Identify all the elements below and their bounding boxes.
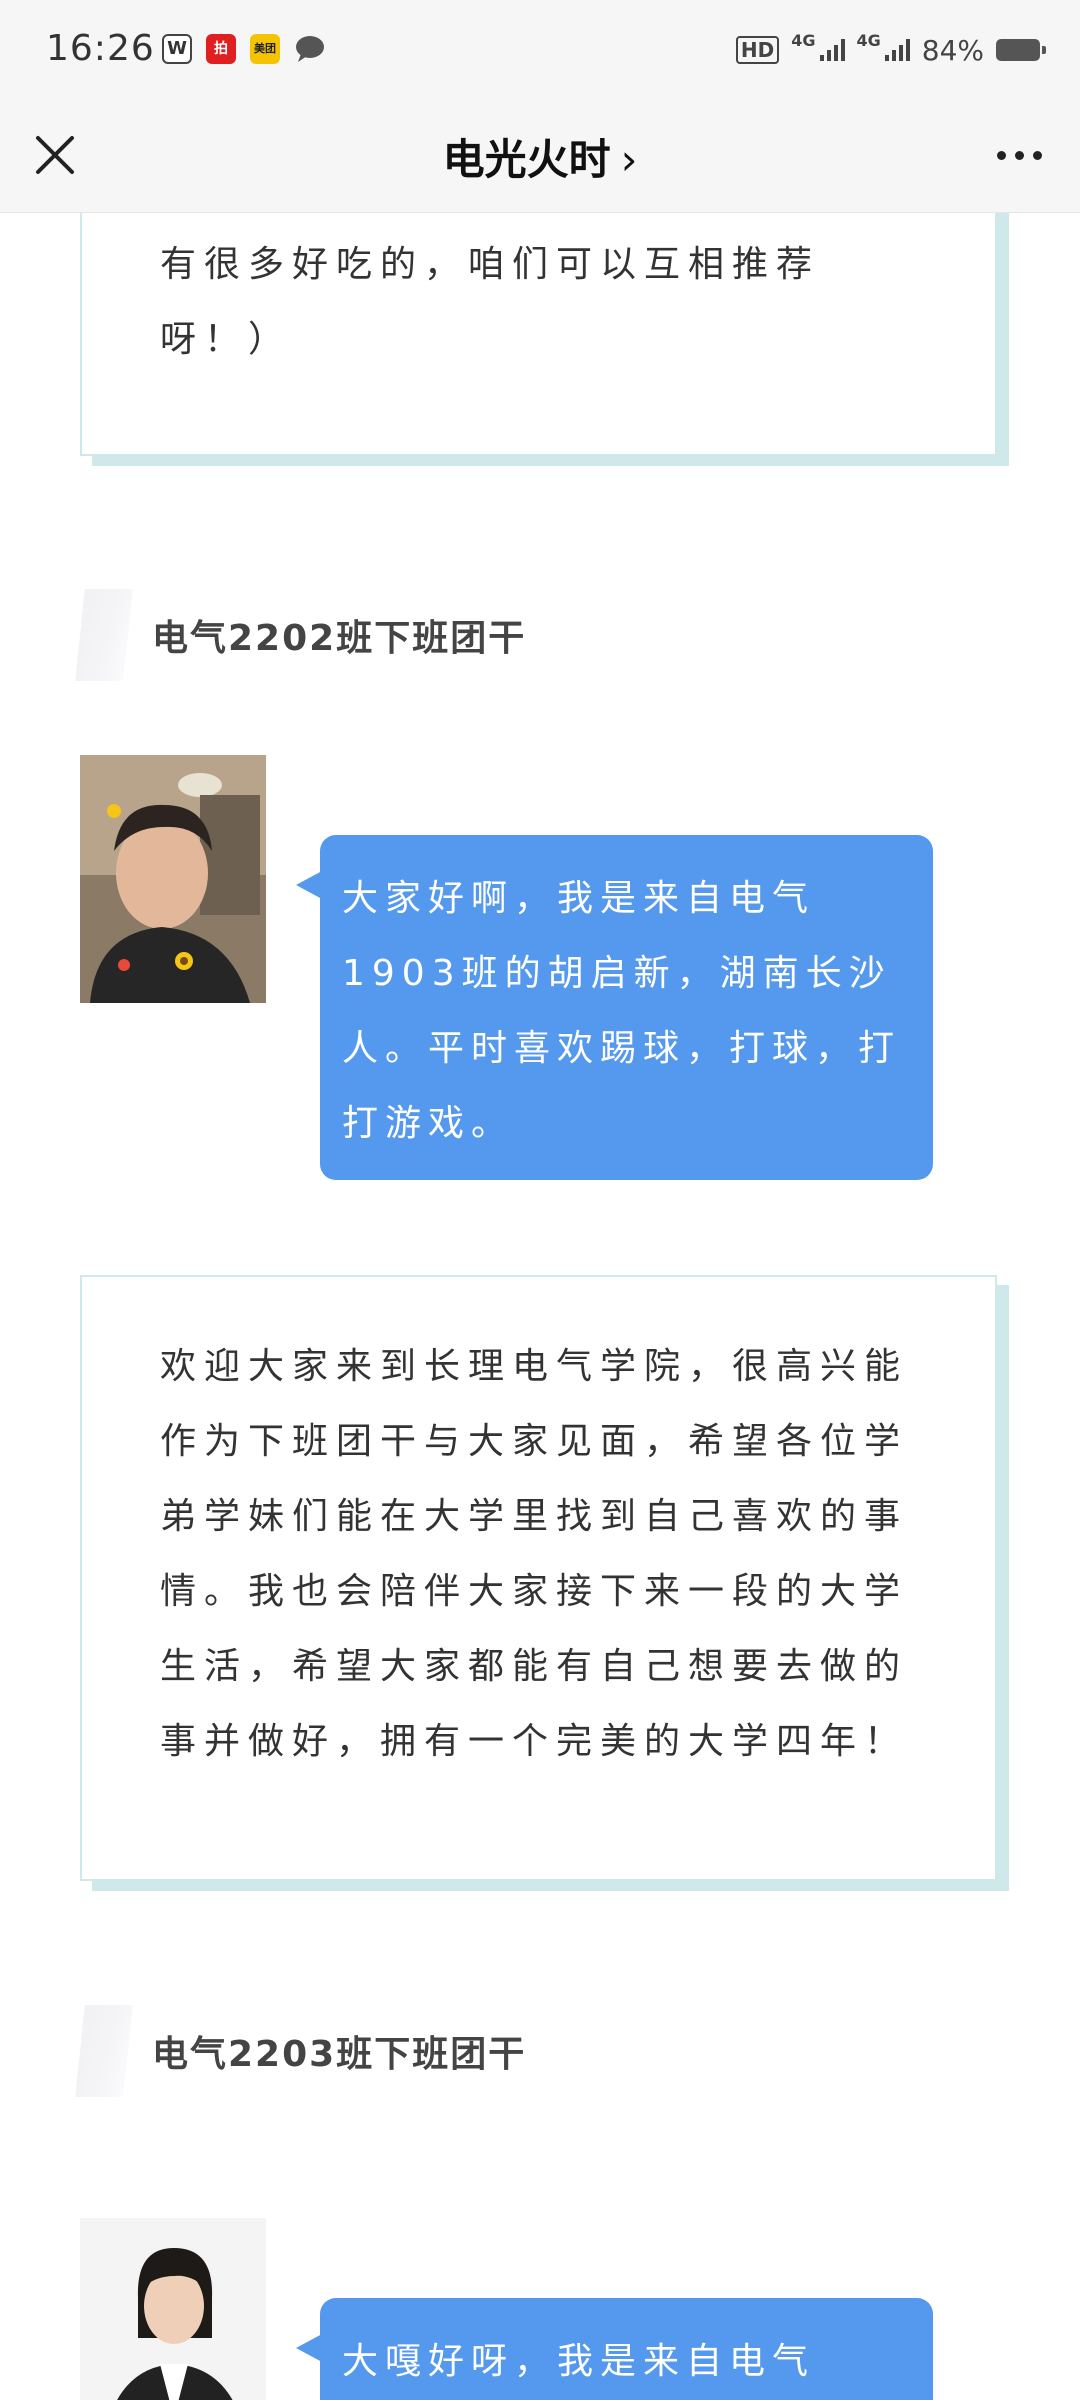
- intro-card-top: 有很多好吃的，咱们可以互相推荐呀！）: [80, 213, 997, 456]
- message-bubble: 大嘎好呀，我是来自电气: [296, 2298, 933, 2400]
- signal-icon-2: [884, 39, 910, 61]
- more-dot-icon: [996, 150, 1006, 160]
- nav-bar: 电光火时 ›: [0, 100, 1080, 213]
- avatar-photo: [80, 2218, 266, 2400]
- more-dot-icon: [1014, 150, 1024, 160]
- bubble-text: 大家好啊，我是来自电气1903班的胡启新，湖南长沙人。平时喜欢踢球，打球，打打游…: [342, 878, 902, 1144]
- signal-icon: [819, 39, 845, 61]
- status-bar: 16:26 W 拍 美团 HD 4G 4G 84%: [0, 0, 1080, 100]
- page-title: 电光火时: [442, 135, 611, 184]
- status-time: 16:26: [46, 28, 155, 69]
- section-title: 电气2202班下班团干: [152, 618, 527, 659]
- chevron-right-icon: ›: [620, 135, 638, 184]
- intro-card: 欢迎大家来到长理电气学院，很高兴能作为下班团干与大家见面，希望各位学弟学妹们能在…: [80, 1275, 997, 1881]
- status-icons: HD 4G 4G 84%: [735, 30, 1046, 70]
- section-decor: [75, 589, 133, 681]
- chat-bubble-icon: [294, 34, 324, 64]
- message-bubble: 大家好啊，我是来自电气1903班的胡启新，湖南长沙人。平时喜欢踢球，打球，打打游…: [296, 835, 933, 1180]
- battery-icon: [996, 39, 1046, 61]
- hd-icon: HD: [735, 36, 780, 64]
- section-decor: [75, 2005, 133, 2097]
- network-4g-label-2: 4G: [856, 30, 881, 50]
- card-text: 有很多好吃的，咱们可以互相推荐呀！）: [160, 244, 821, 360]
- card-text: 欢迎大家来到长理电气学院，很高兴能作为下班团干与大家见面，希望各位学弟学妹们能在…: [160, 1346, 909, 1762]
- meituan-icon: 美团: [250, 34, 280, 64]
- section-title: 电气2203班下班团干: [152, 2034, 527, 2075]
- network-4g-label-1: 4G: [791, 30, 816, 50]
- more-button[interactable]: [984, 130, 1054, 180]
- avatar-photo: [80, 755, 266, 1003]
- account-title-link[interactable]: 电光火时 ›: [0, 126, 1080, 187]
- article-content[interactable]: 有很多好吃的，咱们可以互相推荐呀！） 电气2202班下班团干 大家好啊，我是来自…: [0, 213, 1080, 2400]
- more-dot-icon: [1032, 150, 1042, 160]
- section-heading: 电气2202班下班团干: [75, 589, 880, 681]
- bubble-text: 大嘎好呀，我是来自电气: [342, 2341, 816, 2382]
- battery-percent: 84%: [921, 33, 984, 67]
- app-red-icon: 拍: [206, 34, 236, 64]
- section-heading: 电气2203班下班团干: [75, 2005, 880, 2097]
- wps-icon: W: [162, 34, 192, 64]
